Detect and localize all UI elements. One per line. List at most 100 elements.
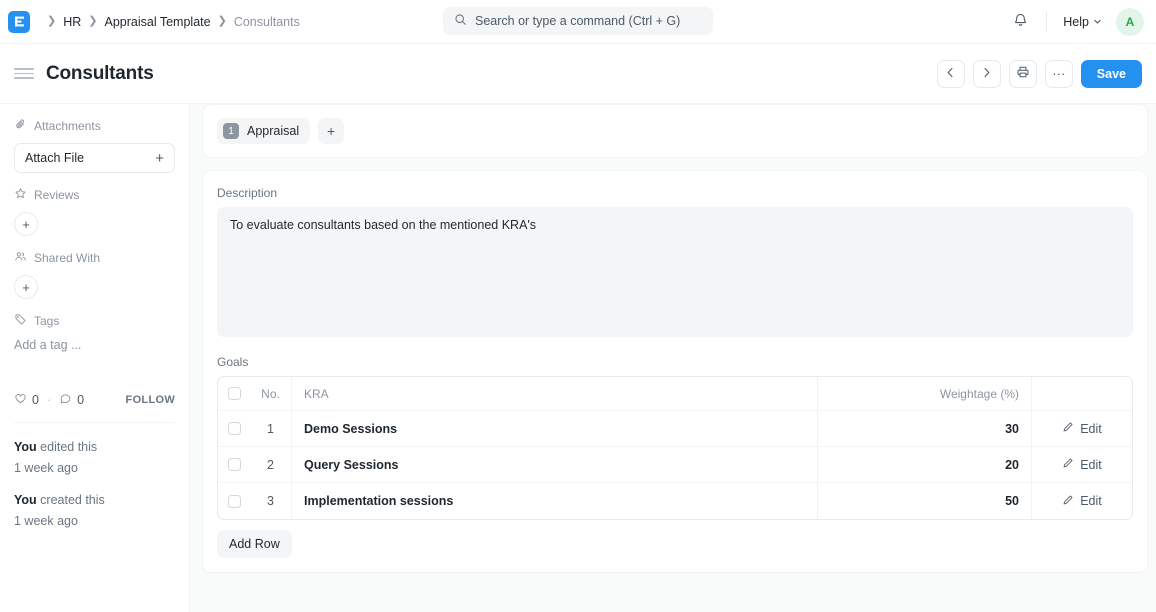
hamburger-line <box>14 73 34 75</box>
tags-title: Tags <box>34 314 59 328</box>
activity-actor: You <box>14 440 37 454</box>
row-edit-label: Edit <box>1080 494 1102 508</box>
row-select-cell <box>218 483 250 519</box>
breadcrumb-separator: ❯ <box>47 16 56 27</box>
description-label: Description <box>217 186 1133 200</box>
attachments-header: Attachments <box>14 118 175 134</box>
select-all-checkbox[interactable] <box>228 387 241 400</box>
activity-time: 1 week ago <box>14 461 78 475</box>
comment-button[interactable]: 0 <box>59 392 84 408</box>
shared-with-title: Shared With <box>34 251 100 265</box>
shared-with-header: Shared With <box>14 250 175 266</box>
row-edit-label: Edit <box>1080 458 1102 472</box>
sidebar-section-shared-with: Shared With + <box>14 250 175 299</box>
row-kra[interactable]: Query Sessions <box>292 447 818 482</box>
row-kra[interactable]: Demo Sessions <box>292 411 818 446</box>
tab-appraisal-label: Appraisal <box>247 124 299 138</box>
engagement-row: 0 · 0 FOLLOW <box>14 392 175 408</box>
select-all-cell <box>218 377 250 410</box>
column-header-action <box>1032 377 1132 410</box>
breadcrumb-item-hr[interactable]: HR <box>63 15 81 29</box>
like-button[interactable]: 0 <box>14 392 39 408</box>
row-weightage[interactable]: 30 <box>818 411 1032 446</box>
row-edit-button[interactable]: Edit <box>1032 483 1132 519</box>
tabs-card: 1 Appraisal + <box>202 104 1148 158</box>
breadcrumb-item-appraisal-template[interactable]: Appraisal Template <box>105 15 211 29</box>
sidebar-section-tags: Tags Add a tag ... <box>14 313 175 352</box>
like-count: 0 <box>32 393 39 407</box>
reviews-title: Reviews <box>34 188 79 202</box>
bell-icon <box>1013 12 1028 32</box>
navbar-divider <box>1046 12 1047 32</box>
breadcrumb-separator: ❯ <box>88 16 97 27</box>
comment-icon <box>59 392 72 408</box>
tags-header: Tags <box>14 313 175 329</box>
next-record-button[interactable] <box>973 60 1001 88</box>
add-tab-button[interactable]: + <box>318 118 344 144</box>
breadcrumb-separator: ❯ <box>218 16 227 27</box>
save-button[interactable]: Save <box>1081 60 1142 88</box>
row-weightage[interactable]: 50 <box>818 483 1032 519</box>
page-header-actions: ··· Save <box>937 60 1142 88</box>
row-weightage[interactable]: 20 <box>818 447 1032 482</box>
row-checkbox[interactable] <box>228 458 241 471</box>
row-checkbox[interactable] <box>228 495 241 508</box>
previous-record-button[interactable] <box>937 60 965 88</box>
hamburger-line <box>14 77 34 79</box>
help-menu-button[interactable]: Help <box>1059 11 1106 33</box>
follow-button[interactable]: FOLLOW <box>126 394 175 406</box>
more-options-button[interactable]: ··· <box>1045 60 1073 88</box>
top-navbar: ❯ HR ❯ Appraisal Template ❯ Consultants … <box>0 0 1156 44</box>
search-input[interactable]: Search or type a command (Ctrl + G) <box>443 7 713 35</box>
attach-file-button[interactable]: Attach File + <box>14 143 175 173</box>
table-header-row: No. KRA Weightage (%) <box>218 377 1132 411</box>
form-sidebar: Attachments Attach File + Reviews + <box>0 104 190 612</box>
printer-icon <box>1016 65 1030 82</box>
description-input[interactable]: To evaluate consultants based on the men… <box>217 207 1133 337</box>
users-icon <box>14 250 27 266</box>
row-number: 3 <box>250 483 292 519</box>
page-header: Consultants <box>0 44 1156 104</box>
table-row[interactable]: 2 Query Sessions 20 Edit <box>218 447 1132 483</box>
row-checkbox[interactable] <box>228 422 241 435</box>
activity-action: created this <box>37 493 105 507</box>
row-number: 1 <box>250 411 292 446</box>
tab-badge-count: 1 <box>223 123 239 139</box>
sidebar-toggle-button[interactable] <box>14 64 34 84</box>
chevron-left-icon <box>946 66 955 81</box>
sidebar-section-reviews: Reviews + <box>14 187 175 236</box>
hamburger-line <box>14 68 34 70</box>
column-header-kra: KRA <box>292 377 818 410</box>
row-edit-button[interactable]: Edit <box>1032 447 1132 482</box>
column-header-no: No. <box>250 377 292 410</box>
print-button[interactable] <box>1009 60 1037 88</box>
avatar[interactable]: A <box>1116 8 1144 36</box>
add-shared-user-button[interactable]: + <box>14 275 38 299</box>
row-edit-button[interactable]: Edit <box>1032 411 1132 446</box>
paperclip-icon <box>14 118 27 134</box>
activity-time: 1 week ago <box>14 514 78 528</box>
divider <box>14 422 175 423</box>
goals-table: No. KRA Weightage (%) 1 Demo Sessions 30 <box>217 376 1133 520</box>
app-logo-icon[interactable] <box>8 11 30 33</box>
pencil-icon <box>1062 421 1074 436</box>
tab-list: 1 Appraisal + <box>217 118 1133 144</box>
tab-appraisal[interactable]: 1 Appraisal <box>217 118 310 144</box>
pencil-icon <box>1062 457 1074 472</box>
add-review-button[interactable]: + <box>14 212 38 236</box>
global-search-container: Search or type a command (Ctrl + G) <box>443 7 713 35</box>
plus-icon: + <box>155 151 164 166</box>
add-tag-input[interactable]: Add a tag ... <box>14 338 175 352</box>
sidebar-meta: 0 · 0 FOLLOW You edited this 1 week ago <box>14 392 175 532</box>
main-content: 1 Appraisal + Description To evaluate co… <box>190 104 1156 612</box>
reviews-header: Reviews <box>14 187 175 203</box>
help-label: Help <box>1063 15 1089 29</box>
tag-icon <box>14 313 27 329</box>
row-kra[interactable]: Implementation sessions <box>292 483 818 519</box>
table-row[interactable]: 3 Implementation sessions 50 Edit <box>218 483 1132 519</box>
add-row-button[interactable]: Add Row <box>217 530 292 558</box>
star-icon <box>14 187 27 203</box>
search-placeholder: Search or type a command (Ctrl + G) <box>475 14 680 28</box>
notifications-button[interactable] <box>1006 8 1034 36</box>
table-row[interactable]: 1 Demo Sessions 30 Edit <box>218 411 1132 447</box>
